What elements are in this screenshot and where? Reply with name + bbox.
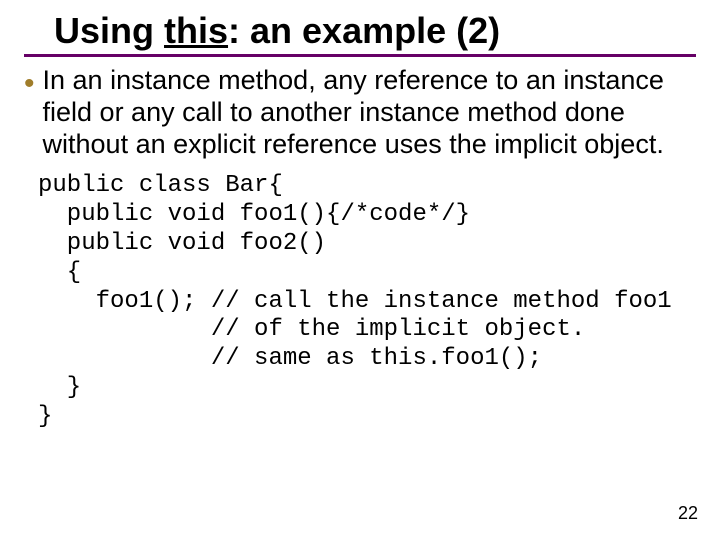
slide-title: Using this: an example (2)	[54, 12, 696, 50]
title-suffix: : an example (2)	[228, 10, 500, 51]
code-block: public class Bar{ public void foo1(){/*c…	[38, 172, 696, 431]
code-line: // of the implicit object.	[38, 316, 585, 343]
slide-body: • In an instance method, any reference t…	[24, 65, 696, 432]
code-line: public void foo2()	[38, 230, 326, 257]
code-line: // same as this.foo1();	[38, 345, 542, 372]
slide: Using this: an example (2) • In an insta…	[0, 0, 720, 540]
title-prefix: Using	[54, 10, 164, 51]
bullet-item: • In an instance method, any reference t…	[24, 65, 696, 161]
code-line: {	[38, 259, 81, 286]
title-keyword: this	[164, 10, 228, 51]
code-line: public void foo1(){/*code*/}	[38, 201, 470, 228]
bullet-icon: •	[24, 69, 35, 99]
title-divider	[24, 54, 696, 57]
code-line: }	[38, 403, 52, 430]
code-line: public class Bar{	[38, 172, 283, 199]
bullet-text: In an instance method, any reference to …	[43, 65, 696, 161]
code-line: }	[38, 374, 81, 401]
code-line: foo1(); // call the instance method foo1	[38, 288, 672, 315]
page-number: 22	[678, 503, 698, 524]
